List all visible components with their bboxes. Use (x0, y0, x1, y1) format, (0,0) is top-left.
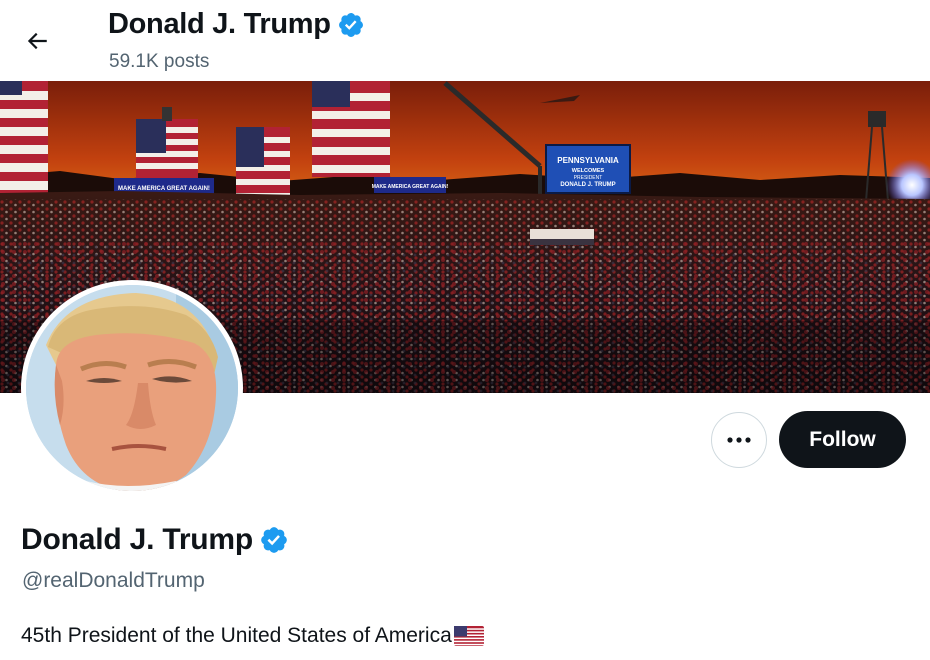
bio-text: 45th President of the United States of A… (21, 624, 452, 647)
avatar-photo (26, 285, 238, 491)
screen-line-3: PRESIDENT (574, 175, 603, 181)
banner-sign-2: MAKE AMERICA GREAT AGAIN! (372, 184, 449, 190)
verified-badge-icon[interactable] (259, 525, 289, 555)
more-options-button[interactable] (711, 412, 767, 468)
header-title-row: Donald J. Trump (108, 8, 365, 41)
profile-avatar[interactable] (21, 280, 243, 496)
screen-line-1: PENNSYLVANIA (557, 156, 619, 165)
header-name: Donald J. Trump (108, 8, 331, 40)
back-button[interactable] (17, 21, 57, 61)
verified-badge-icon[interactable] (337, 11, 365, 39)
profile-name-row: Donald J. Trump (21, 523, 289, 557)
profile-name: Donald J. Trump (21, 523, 254, 556)
screen-line-4: DONALD J. TRUMP (560, 182, 615, 188)
screen-line-2: WELCOMES (572, 168, 605, 174)
profile-bio: 45th President of the United States of A… (21, 624, 484, 648)
profile-header: Donald J. Trump 59.1K posts (0, 0, 930, 81)
profile-handle: @realDonaldTrump (22, 569, 205, 592)
banner-sign-1: MAKE AMERICA GREAT AGAIN! (118, 186, 210, 192)
us-flag-icon (453, 626, 484, 646)
arrow-left-icon (27, 32, 47, 50)
follow-button[interactable]: Follow (779, 411, 906, 468)
more-dots-icon (727, 437, 751, 443)
posts-count: 59.1K posts (109, 51, 210, 72)
